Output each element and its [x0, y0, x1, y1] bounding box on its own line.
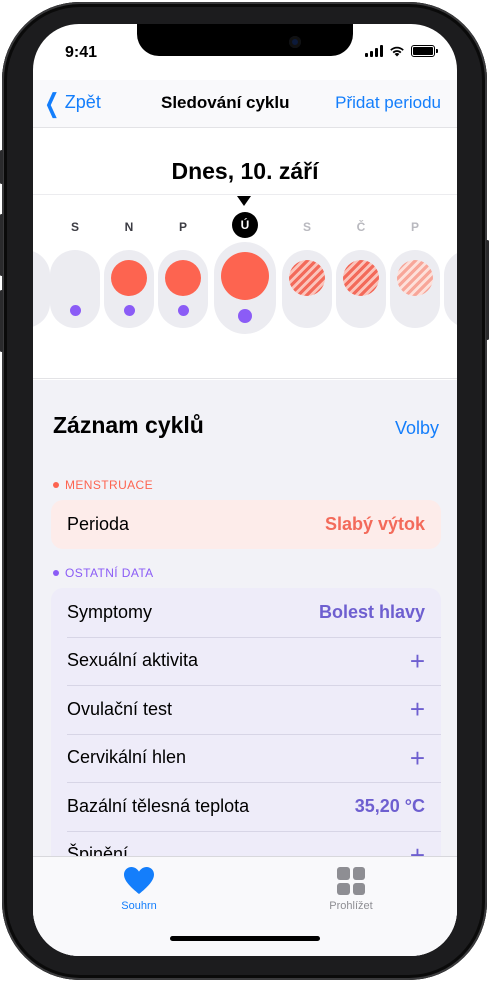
- volume-down-button: [0, 290, 3, 352]
- log-row[interactable]: Symptomy Bolest hlavy: [51, 588, 441, 637]
- other-data-label: OSTATNÍ DATA: [65, 566, 154, 580]
- day-cell[interactable]: [104, 250, 154, 328]
- log-row[interactable]: Sexuální aktivita +: [51, 636, 441, 686]
- today-pointer-icon: [237, 196, 251, 206]
- log-row-label: Symptomy: [67, 601, 153, 622]
- period-logged-indicator: [165, 260, 201, 296]
- period-logged-indicator: [111, 260, 147, 296]
- day-letter: P: [410, 220, 419, 234]
- day-cell[interactable]: [282, 250, 332, 328]
- other-data-bullet-icon: [53, 570, 59, 576]
- cellular-signal-icon: [365, 45, 383, 57]
- log-row[interactable]: Bazální tělesná teplota 35,20 °C: [51, 782, 441, 831]
- other-data-indicator: [70, 305, 81, 316]
- calendar-divider: [33, 194, 457, 195]
- grid-icon: [337, 867, 365, 895]
- day-letter: S: [302, 220, 311, 234]
- other-data-card: Symptomy Bolest hlavy Sexuální aktivita + Ov…: [51, 588, 441, 879]
- day-letter: S: [70, 220, 79, 234]
- day-letter: N: [124, 220, 134, 234]
- navigation-bar: ❮ Zpět Sledování cyklu Přidat periodu: [33, 80, 457, 128]
- wifi-icon: [390, 46, 404, 57]
- screen: 9:41 ❮ Zpět Sledování cyklu Přidat perio…: [33, 24, 457, 956]
- day-letter: Ú: [232, 212, 258, 238]
- calendar-bottom-divider: [33, 378, 457, 379]
- chevron-left-icon: ❮: [44, 87, 60, 118]
- log-row-value: Bolest hlavy: [318, 601, 425, 622]
- battery-icon: [411, 45, 438, 57]
- silent-switch: [0, 150, 3, 184]
- tab-summary-label: Souhrn: [121, 900, 157, 912]
- add-icon[interactable]: +: [410, 745, 425, 771]
- add-icon[interactable]: +: [410, 696, 425, 722]
- day-cell[interactable]: [158, 250, 208, 328]
- day-cell[interactable]: [50, 250, 100, 328]
- log-row-label: Ovulační test: [67, 698, 173, 719]
- volume-up-button: [0, 214, 3, 276]
- home-indicator[interactable]: [170, 936, 320, 941]
- notch: [137, 24, 353, 56]
- menstruation-card: Perioda Slabý výtok: [51, 500, 441, 549]
- period-logged-indicator: [221, 252, 269, 300]
- log-row-label: Cervikální hlen: [67, 747, 187, 768]
- menstruation-group-label: MENSTRUACE: [53, 478, 153, 492]
- add-period-button[interactable]: Přidat periodu: [335, 93, 441, 113]
- front-camera: [289, 36, 301, 48]
- other-data-indicator: [124, 305, 135, 316]
- date-heading: Dnes, 10. září: [171, 158, 319, 184]
- log-row-label: Sexuální aktivita: [67, 650, 199, 671]
- cycle-calendar: Dnes, 10. září S N P Ú S Č P: [33, 128, 457, 380]
- day-cell[interactable]: [390, 250, 440, 328]
- period-predicted-indicator: [289, 260, 325, 296]
- heart-icon: [124, 867, 154, 894]
- log-row[interactable]: Cervikální hlen +: [51, 733, 441, 783]
- other-data-group-label: OSTATNÍ DATA: [53, 566, 154, 580]
- add-icon[interactable]: +: [410, 648, 425, 674]
- day-cell[interactable]: [444, 250, 457, 328]
- options-button[interactable]: Volby: [395, 418, 439, 439]
- menstruation-bullet-icon: [53, 482, 59, 488]
- section-title: Záznam cyklů: [53, 412, 204, 438]
- log-row[interactable]: Ovulační test +: [51, 685, 441, 734]
- tab-bar: Souhrn Prohlížet: [33, 856, 457, 956]
- status-icons: [365, 44, 438, 58]
- other-data-indicator: [178, 305, 189, 316]
- tab-summary[interactable]: Souhrn: [79, 865, 199, 912]
- period-predicted-indicator: [397, 260, 433, 296]
- other-data-indicator: [238, 309, 252, 323]
- back-label: Zpět: [64, 92, 101, 112]
- back-button[interactable]: ❮ Zpět: [41, 87, 101, 118]
- log-row-label: Bazální tělesná teplota: [67, 795, 250, 816]
- menstruation-label: MENSTRUACE: [65, 478, 154, 492]
- status-time: 9:41: [65, 44, 98, 61]
- tab-browse[interactable]: Prohlížet: [291, 865, 411, 912]
- log-row-value: 35,20 °C: [354, 795, 425, 816]
- page-title: Sledování cyklu: [161, 93, 290, 112]
- day-letter: P: [178, 220, 187, 234]
- day-cell-today[interactable]: [214, 242, 276, 334]
- day-cell[interactable]: [336, 250, 386, 328]
- day-letter: Č: [356, 220, 366, 234]
- period-predicted-indicator: [343, 260, 379, 296]
- log-row[interactable]: Perioda Slabý výtok: [51, 500, 441, 549]
- log-row-value: Slabý výtok: [324, 513, 425, 534]
- day-cell[interactable]: [33, 250, 50, 328]
- log-row-label: Perioda: [67, 513, 130, 534]
- tab-browse-label: Prohlížet: [329, 900, 373, 912]
